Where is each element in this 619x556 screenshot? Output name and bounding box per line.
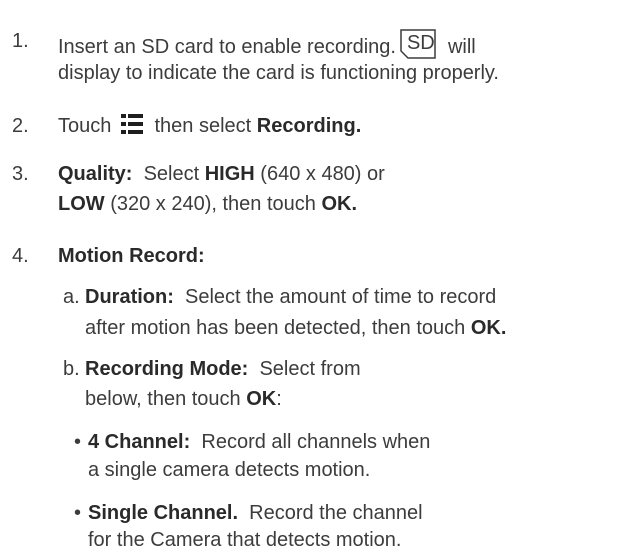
bullet-2-line-2: for the Camera that detects motion. (88, 529, 402, 551)
step-1-text-end: will (447, 36, 476, 58)
substep-letter: a. (63, 286, 80, 308)
ok-label: OK. (470, 317, 507, 339)
bullet-1-line-1: 4 Channel: Record all channels when (88, 430, 430, 454)
step-2-text: Touch (58, 115, 112, 137)
step-1-text: Insert an SD card to enable recording. (58, 36, 396, 58)
substep-a-line-1: Duration: Select the amount of time to r… (85, 285, 496, 309)
substep-b-text-2: below, then touch (85, 388, 241, 410)
step-1-line-1: Insert an SD card to enable recording. SD… (58, 29, 476, 59)
step-1-line-2: display to indicate the card is function… (58, 62, 499, 84)
bullet-1-text: Record all channels when (201, 431, 431, 453)
sd-card-icon: SD (400, 29, 436, 59)
low-option: LOW (58, 193, 105, 215)
step-number: 1. (12, 30, 29, 52)
bullet-icon: • (74, 502, 82, 524)
step-number: 2. (12, 115, 29, 137)
step-2-text-mid: then select (154, 115, 252, 137)
substep-a-line-2: after motion has been detected, then tou… (85, 316, 506, 340)
single-channel-label: Single Channel. (88, 502, 239, 524)
substep-b-text: Select from (259, 358, 361, 380)
sd-card-label: SD (406, 32, 435, 54)
quality-label: Quality: (58, 163, 133, 185)
high-option: HIGH (204, 163, 255, 185)
step-2-bold: Recording. (256, 115, 362, 137)
substep-a-text: Select the amount of time to record (185, 286, 497, 308)
step-4-title: Motion Record: (58, 244, 205, 268)
bullet-1-line-2: a single camera detects motion. (88, 459, 371, 481)
substep-a-text-2: after motion has been detected, then tou… (85, 317, 466, 339)
bullet-2-text: Record the channel (249, 502, 423, 524)
step-3-line-1: Quality: Select HIGH (640 x 480) or (58, 162, 385, 186)
motion-record-label: Motion Record: (58, 245, 205, 267)
bullet-icon: • (74, 431, 82, 453)
step-3-line-2: LOW (320 x 240), then touch OK. (58, 192, 357, 216)
substep-b-line-1: Recording Mode: Select from (85, 357, 361, 381)
ok-label: OK (246, 388, 277, 410)
duration-label: Duration: (85, 286, 174, 308)
bullet-2-line-1: Single Channel. Record the channel (88, 501, 423, 525)
four-channel-label: 4 Channel: (88, 431, 191, 453)
menu-icon (120, 114, 143, 134)
ok-label: OK. (321, 193, 358, 215)
step-number: 3. (12, 163, 29, 185)
substep-letter: b. (63, 358, 80, 380)
recording-mode-label: Recording Mode: (85, 358, 249, 380)
step-number: 4. (12, 245, 29, 267)
substep-b-line-2: below, then touch OK: (85, 387, 282, 411)
step-3-text-2: (640 x 480) or (260, 163, 385, 185)
colon: : (276, 388, 282, 410)
step-2-line: Touch then select Recording. (58, 114, 361, 138)
step-3-text-3: (320 x 240), then touch (110, 193, 316, 215)
step-3-text: Select (143, 163, 200, 185)
